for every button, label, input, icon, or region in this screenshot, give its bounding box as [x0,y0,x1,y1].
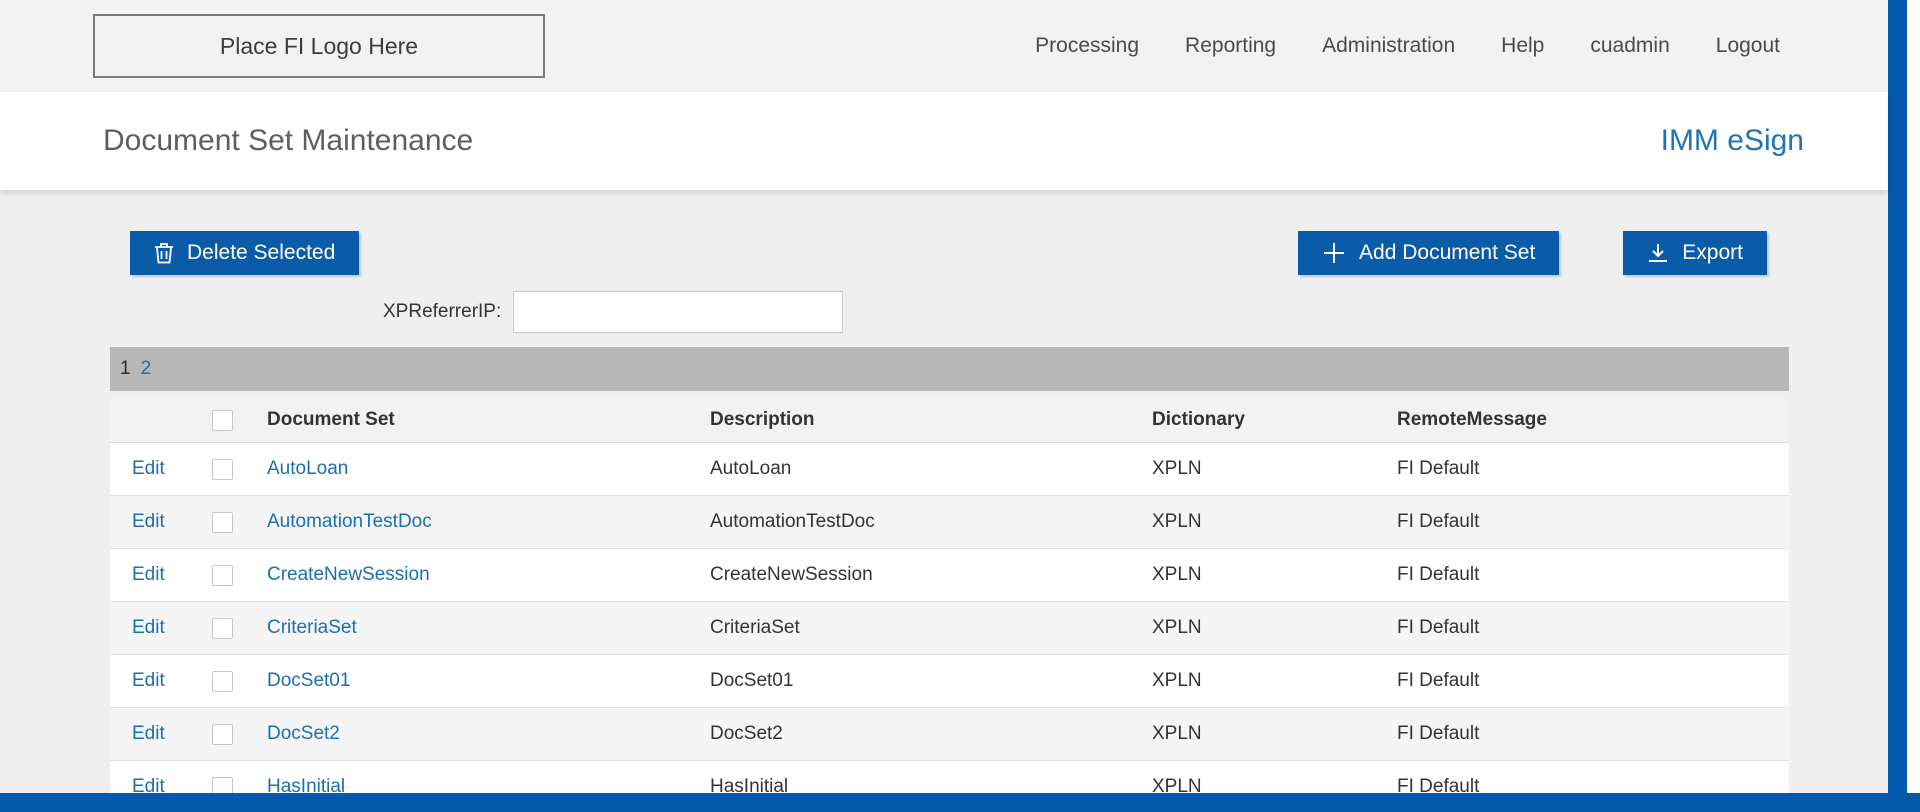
remote-message-cell: FI Default [1397,670,1480,691]
description-cell: CreateNewSession [710,564,873,585]
download-icon [1647,242,1669,264]
description-cell: AutomationTestDoc [710,511,875,532]
page-title: Document Set Maintenance [103,124,474,157]
filter-row: XPReferrerIP: [383,291,1888,333]
edit-link[interactable]: Edit [132,670,165,691]
pagination-bar: 1 2 [110,347,1789,391]
title-bar: Document Set Maintenance IMM eSign [0,92,1888,190]
column-header-document-set: Document Set [267,409,395,430]
dictionary-cell: XPLN [1152,617,1202,638]
table-row: Edit CriteriaSet CriteriaSet XPLN FI Def… [110,602,1789,655]
remote-message-cell: FI Default [1397,617,1480,638]
plus-icon [1322,241,1346,265]
page-1-link[interactable]: 1 [120,358,131,380]
checkbox-cell [212,723,267,745]
edit-link[interactable]: Edit [132,723,165,744]
dictionary-cell: XPLN [1152,723,1202,744]
xpreferrerip-input[interactable] [513,291,844,333]
brand-imm-esign: IMM eSign [1660,124,1804,157]
document-set-link[interactable]: AutoLoan [267,458,348,479]
row-checkbox[interactable] [212,617,233,639]
nav-item-administration[interactable]: Administration [1322,34,1455,58]
row-checkbox[interactable] [212,723,233,745]
edit-link[interactable]: Edit [132,617,165,638]
edit-link[interactable]: Edit [132,458,165,479]
checkbox-cell [212,458,267,480]
dictionary-cell: XPLN [1152,458,1202,479]
export-button[interactable]: Export [1623,231,1767,275]
checkbox-cell [212,617,267,639]
edit-cell: Edit [110,617,212,639]
edit-link[interactable]: Edit [132,564,165,585]
table-row: Edit AutomationTestDoc AutomationTestDoc… [110,496,1789,549]
table-row: Edit CreateNewSession CreateNewSession X… [110,549,1789,602]
edit-cell: Edit [110,723,212,745]
dictionary-cell: XPLN [1152,564,1202,585]
document-set-link[interactable]: CriteriaSet [267,617,357,638]
toolbar-right: Add Document Set Export [1298,231,1767,275]
table-header-row: Document Set Description Dictionary Remo… [110,398,1789,443]
description-cell: DocSet01 [710,670,794,691]
table-body: Edit AutoLoan AutoLoan XPLN FI Default E… [110,443,1789,812]
top-header: Place FI Logo Here Processing Reporting … [0,0,1888,92]
xpreferrerip-label: XPReferrerIP: [383,301,502,322]
nav-item-processing[interactable]: Processing [1035,34,1139,58]
fi-logo-placeholder: Place FI Logo Here [93,14,545,78]
edit-cell: Edit [110,511,212,533]
row-checkbox[interactable] [212,458,233,480]
remote-message-cell: FI Default [1397,723,1480,744]
add-document-set-label: Add Document Set [1359,241,1536,264]
remote-message-cell: FI Default [1397,458,1480,479]
delete-selected-label: Delete Selected [187,241,336,264]
table-row: Edit DocSet2 DocSet2 XPLN FI Default [110,708,1789,761]
select-all-checkbox[interactable] [212,409,233,431]
edit-cell: Edit [110,670,212,692]
dictionary-cell: XPLN [1152,511,1202,532]
trash-icon [154,242,174,264]
checkbox-cell [212,564,267,586]
footer-bar [0,793,1920,812]
document-set-link[interactable]: CreateNewSession [267,564,430,585]
add-document-set-button[interactable]: Add Document Set [1298,231,1560,275]
delete-selected-button[interactable]: Delete Selected [130,231,360,275]
remote-message-cell: FI Default [1397,511,1480,532]
description-cell: AutoLoan [710,458,792,479]
row-checkbox[interactable] [212,564,233,586]
row-checkbox[interactable] [212,670,233,692]
document-set-link[interactable]: DocSet2 [267,723,340,744]
nav-item-logout[interactable]: Logout [1716,34,1780,58]
document-set-link[interactable]: AutomationTestDoc [267,511,432,532]
page-2-link[interactable]: 2 [141,358,152,380]
column-header-description: Description [710,409,815,430]
remote-message-cell: FI Default [1397,564,1480,585]
app-window: Place FI Logo Here Processing Reporting … [0,0,1888,812]
checkbox-cell [212,511,267,533]
nav-item-reporting[interactable]: Reporting [1185,34,1276,58]
table-row: Edit AutoLoan AutoLoan XPLN FI Default [110,443,1789,496]
export-label: Export [1682,241,1743,264]
edit-link[interactable]: Edit [132,511,165,532]
edit-cell: Edit [110,564,212,586]
description-cell: CriteriaSet [710,617,800,638]
fi-logo-text: Place FI Logo Here [219,32,419,59]
column-header-dictionary: Dictionary [1152,409,1245,430]
checkbox-cell [212,670,267,692]
document-set-table: 1 2 Document Set Description Dictionary … [110,347,1789,812]
description-cell: DocSet2 [710,723,783,744]
document-set-link[interactable]: DocSet01 [267,670,350,691]
column-header-remote-message: RemoteMessage [1397,409,1547,430]
main-nav: Processing Reporting Administration Help… [1035,34,1780,58]
table-row: Edit DocSet01 DocSet01 XPLN FI Default [110,655,1789,708]
toolbar: Delete Selected Add Document Set Export [130,231,1767,275]
dictionary-cell: XPLN [1152,670,1202,691]
scrollbar-stripe[interactable] [1888,0,1907,812]
header-checkbox-cell [212,409,267,431]
nav-item-cuadmin[interactable]: cuadmin [1590,34,1669,58]
nav-item-help[interactable]: Help [1501,34,1544,58]
edit-cell: Edit [110,458,212,480]
row-checkbox[interactable] [212,511,233,533]
